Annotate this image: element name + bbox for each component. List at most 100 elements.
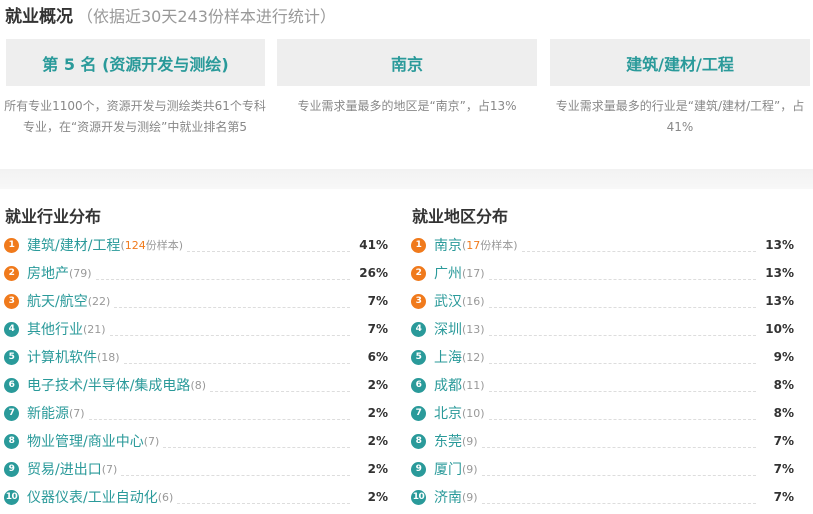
rank-badge: 2 bbox=[411, 265, 426, 281]
region-list-item[interactable]: 8 东莞 (9) 7% bbox=[411, 427, 794, 455]
percentage: 13% bbox=[765, 238, 794, 252]
industry-name-link[interactable]: 贸易/进出口 bbox=[27, 459, 102, 479]
percentage: 10% bbox=[765, 322, 794, 336]
industry-list-item[interactable]: 9 贸易/进出口 (7) 2% bbox=[4, 455, 388, 483]
region-list-item[interactable]: 10 济南 (9) 7% bbox=[411, 483, 794, 511]
industry-section-title: 就业行业分布 bbox=[5, 207, 102, 226]
overview-title: 就业概况 （依据近30天243份样本进行统计） bbox=[5, 6, 336, 28]
region-list-item[interactable]: 2 广州 (17) 13% bbox=[411, 259, 794, 287]
percentage: 7% bbox=[773, 490, 794, 504]
sample-count: (17份样本) bbox=[462, 237, 518, 253]
region-list-item[interactable]: 5 上海 (12) 9% bbox=[411, 343, 794, 371]
industry-list-item[interactable]: 8 物业管理/商业中心 (7) 2% bbox=[4, 427, 388, 455]
sample-count: (6) bbox=[157, 490, 174, 504]
rank-card-label: 第 5 名 (资源开发与测绘) bbox=[42, 54, 229, 74]
industry-name-link[interactable]: 其他行业 bbox=[27, 319, 83, 339]
region-name-link[interactable]: 南京 bbox=[434, 235, 462, 255]
sample-count-suffix: 份样本) bbox=[480, 239, 518, 252]
dotted-leader bbox=[481, 462, 756, 476]
percentage: 8% bbox=[773, 406, 794, 420]
sample-count: (7) bbox=[101, 462, 118, 476]
industry-name-link[interactable]: 航天/航空 bbox=[27, 291, 88, 311]
region-list-item[interactable]: 7 北京 (10) 8% bbox=[411, 399, 794, 427]
top-industry-card-label: 建筑/建材/工程 bbox=[626, 54, 734, 74]
region-name-link[interactable]: 广州 bbox=[434, 263, 462, 283]
region-list-item[interactable]: 9 厦门 (9) 7% bbox=[411, 455, 794, 483]
percentage: 8% bbox=[773, 378, 794, 392]
rank-badge: 3 bbox=[4, 293, 19, 309]
region-name-link[interactable]: 济南 bbox=[434, 487, 462, 507]
industry-list-item[interactable]: 7 新能源 (7) 2% bbox=[4, 399, 388, 427]
top-industry-description: 专业需求量最多的行业是“建筑/建材/工程”，占41% bbox=[555, 99, 805, 134]
rank-badge: 8 bbox=[411, 433, 426, 449]
sample-count: (9) bbox=[462, 434, 478, 448]
industry-name-link[interactable]: 仪器仪表/工业自动化 bbox=[27, 487, 158, 507]
region-name-link[interactable]: 武汉 bbox=[434, 291, 462, 311]
sample-count: (9) bbox=[462, 490, 478, 504]
industry-name-link[interactable]: 新能源 bbox=[27, 403, 69, 423]
percentage: 2% bbox=[367, 378, 388, 392]
industry-list-item[interactable]: 10 仪器仪表/工业自动化 (6) 2% bbox=[4, 483, 388, 511]
industry-list-item[interactable]: 2 房地产 (79) 26% bbox=[4, 259, 388, 287]
dotted-leader bbox=[488, 378, 756, 392]
dotted-leader bbox=[210, 378, 350, 392]
dotted-leader bbox=[88, 406, 350, 420]
percentage: 41% bbox=[359, 238, 388, 252]
industry-name-link[interactable]: 房地产 bbox=[27, 263, 69, 283]
rank-badge: 10 bbox=[4, 489, 19, 505]
rank-card: 第 5 名 (资源开发与测绘) bbox=[6, 39, 265, 86]
rank-badge: 9 bbox=[4, 461, 19, 477]
rank-badge: 3 bbox=[411, 293, 426, 309]
sample-count: (17) bbox=[462, 266, 485, 280]
percentage: 2% bbox=[367, 462, 388, 476]
rank-badge: 9 bbox=[411, 461, 426, 477]
industry-list-item[interactable]: 1 建筑/建材/工程 (124份样本) 41% bbox=[4, 231, 388, 259]
industry-name-link[interactable]: 计算机软件 bbox=[27, 347, 97, 367]
dotted-leader bbox=[95, 266, 350, 280]
rank-badge: 7 bbox=[4, 405, 19, 421]
region-name-link[interactable]: 厦门 bbox=[434, 459, 462, 479]
dotted-leader bbox=[114, 294, 350, 308]
dotted-leader bbox=[109, 322, 350, 336]
industry-name-link[interactable]: 电子技术/半导体/集成电路 bbox=[27, 375, 190, 395]
sample-count: (7) bbox=[69, 406, 85, 420]
industry-list-item[interactable]: 4 其他行业 (21) 7% bbox=[4, 315, 388, 343]
percentage: 7% bbox=[773, 462, 794, 476]
sample-count: (21) bbox=[83, 322, 106, 336]
sample-count: (79) bbox=[69, 266, 92, 280]
top-region-card-label: 南京 bbox=[390, 54, 423, 74]
industry-name-link[interactable]: 物业管理/商业中心 bbox=[27, 431, 144, 451]
dotted-leader bbox=[521, 238, 756, 252]
dotted-leader bbox=[163, 434, 350, 448]
sample-count: (22) bbox=[87, 294, 111, 308]
region-name-link[interactable]: 上海 bbox=[434, 347, 462, 367]
region-name-link[interactable]: 北京 bbox=[434, 403, 462, 423]
industry-name-link[interactable]: 建筑/建材/工程 bbox=[27, 235, 120, 255]
sample-count-suffix: 份样本) bbox=[145, 239, 184, 252]
region-name-link[interactable]: 东莞 bbox=[434, 431, 462, 451]
rank-badge: 8 bbox=[4, 433, 19, 449]
region-list-item[interactable]: 1 南京 (17份样本) 13% bbox=[411, 231, 794, 259]
rank-badge: 7 bbox=[411, 405, 426, 421]
percentage: 7% bbox=[773, 434, 794, 448]
dotted-leader bbox=[488, 266, 756, 280]
dotted-leader bbox=[481, 434, 756, 448]
rank-badge: 6 bbox=[4, 377, 19, 393]
region-name-link[interactable]: 成都 bbox=[434, 375, 462, 395]
sample-count: (18) bbox=[97, 350, 120, 364]
industry-list-item[interactable]: 3 航天/航空 (22) 7% bbox=[4, 287, 388, 315]
industry-list-item[interactable]: 5 计算机软件 (18) 6% bbox=[4, 343, 388, 371]
region-name-link[interactable]: 深圳 bbox=[434, 319, 462, 339]
top-region-card: 南京 bbox=[277, 39, 537, 86]
region-list-item[interactable]: 6 成都 (11) 8% bbox=[411, 371, 794, 399]
region-section-title: 就业地区分布 bbox=[412, 207, 509, 226]
region-list-item[interactable]: 4 深圳 (13) 10% bbox=[411, 315, 794, 343]
industry-list: 1 建筑/建材/工程 (124份样本) 41% 2 房地产 (79) 26% 3 航天/航空 (22… bbox=[4, 231, 388, 511]
region-list-item[interactable]: 3 武汉 (16) 13% bbox=[411, 287, 794, 315]
percentage: 7% bbox=[367, 322, 388, 336]
percentage: 2% bbox=[367, 406, 388, 420]
dotted-leader bbox=[488, 322, 756, 336]
percentage: 13% bbox=[765, 294, 794, 308]
percentage: 2% bbox=[367, 490, 388, 504]
industry-list-item[interactable]: 6 电子技术/半导体/集成电路 (8) 2% bbox=[4, 371, 388, 399]
